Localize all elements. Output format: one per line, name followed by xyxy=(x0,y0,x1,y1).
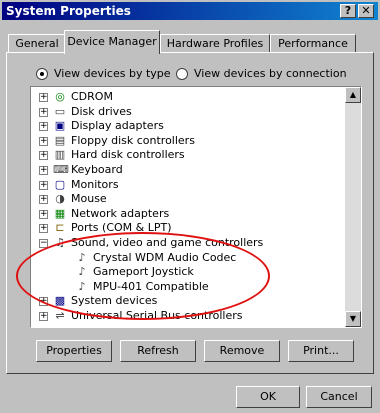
radio-dot xyxy=(176,68,188,80)
expand-icon[interactable]: + xyxy=(39,180,48,190)
monitor-icon: ▢ xyxy=(54,177,66,191)
expand-icon[interactable]: + xyxy=(39,195,48,205)
tab-device-manager[interactable]: Device Manager xyxy=(64,30,160,54)
sound-icon: ♫ xyxy=(55,236,65,249)
device-label: Ports (COM & LPT) xyxy=(71,221,172,235)
vertical-scrollbar[interactable]: ▲ ▼ xyxy=(345,87,361,327)
device-label: Crystal WDM Audio Codec xyxy=(93,250,237,264)
device-label: Mouse xyxy=(71,192,107,206)
cancel-button[interactable]: Cancel xyxy=(306,386,372,408)
system-properties-window: System Properties ? ✕ General Device Man… xyxy=(0,0,380,413)
expand-icon[interactable]: + xyxy=(39,93,48,102)
system-icon: ▩ xyxy=(54,294,66,308)
device-label: System devices xyxy=(71,294,158,308)
device-label: Universal Serial Bus controllers xyxy=(71,309,243,322)
radio-label-by-type: View devices by type xyxy=(54,67,171,80)
cdrom-icon: ◎ xyxy=(55,90,65,103)
disk-icon: ▭ xyxy=(54,104,66,118)
expand-icon[interactable]: + xyxy=(39,136,48,146)
device-label: Disk drives xyxy=(71,104,132,118)
keyboard-icon: ⌨ xyxy=(53,163,69,176)
sound-device-icon: ♪ xyxy=(78,250,86,264)
device-label: Keyboard xyxy=(71,163,123,176)
device-label: Floppy disk controllers xyxy=(71,133,195,147)
refresh-button[interactable]: Refresh xyxy=(120,340,196,362)
print-button[interactable]: Print... xyxy=(288,340,354,362)
device-label: CDROM xyxy=(71,90,113,103)
title-bar: System Properties ? ✕ xyxy=(2,2,378,20)
device-label: Sound, video and game controllers xyxy=(71,236,264,249)
expand-icon[interactable]: + xyxy=(39,166,48,175)
sound-device-icon: ♪ xyxy=(78,279,86,293)
radio-label-by-connection: View devices by connection xyxy=(194,67,347,80)
expand-icon[interactable]: + xyxy=(39,224,48,234)
collapse-icon[interactable]: − xyxy=(39,239,48,248)
mouse-icon: ◑ xyxy=(55,192,65,206)
close-button[interactable]: ✕ xyxy=(358,4,374,18)
help-button[interactable]: ? xyxy=(340,4,356,18)
device-label: Display adapters xyxy=(71,119,164,133)
expand-icon[interactable]: + xyxy=(39,107,48,117)
ok-button[interactable]: OK xyxy=(236,386,300,408)
tab-general[interactable]: General xyxy=(8,34,66,52)
floppy-icon: ▤ xyxy=(54,133,66,147)
properties-button[interactable]: Properties xyxy=(36,340,112,362)
display-icon: ▣ xyxy=(54,119,66,133)
device-label: Hard disk controllers xyxy=(71,148,185,162)
usb-icon: ⇌ xyxy=(55,309,65,322)
scroll-up-button[interactable]: ▲ xyxy=(345,87,361,103)
harddisk-icon: ▥ xyxy=(54,148,66,162)
expand-icon[interactable]: + xyxy=(39,151,48,161)
device-tree: + ◎ CDROM + ▭ Disk drives + ▣ Display adapters + ▤… xyxy=(31,87,345,327)
tab-performance[interactable]: Performance xyxy=(270,34,356,52)
device-tree-list[interactable]: + ◎ CDROM + ▭ Disk drives + ▣ Display adapters + ▤… xyxy=(30,86,362,328)
device-label: Gameport Joystick xyxy=(93,265,194,279)
expand-icon[interactable]: + xyxy=(39,297,48,307)
tab-hardware-profiles[interactable]: Hardware Profiles xyxy=(160,34,270,52)
expand-icon[interactable]: + xyxy=(39,312,48,321)
remove-button[interactable]: Remove xyxy=(204,340,280,362)
device-label: Network adapters xyxy=(71,206,170,220)
scroll-down-button[interactable]: ▼ xyxy=(345,311,361,327)
device-label: Monitors xyxy=(71,177,119,191)
expand-icon[interactable]: + xyxy=(39,209,48,219)
port-icon: ⊏ xyxy=(55,221,65,235)
window-title: System Properties xyxy=(6,4,131,18)
device-label: MPU-401 Compatible xyxy=(93,279,209,293)
network-icon: ▦ xyxy=(54,206,66,220)
sound-device-icon: ♪ xyxy=(78,265,86,279)
expand-icon[interactable]: + xyxy=(39,122,48,132)
radio-dot-selected xyxy=(36,68,48,80)
